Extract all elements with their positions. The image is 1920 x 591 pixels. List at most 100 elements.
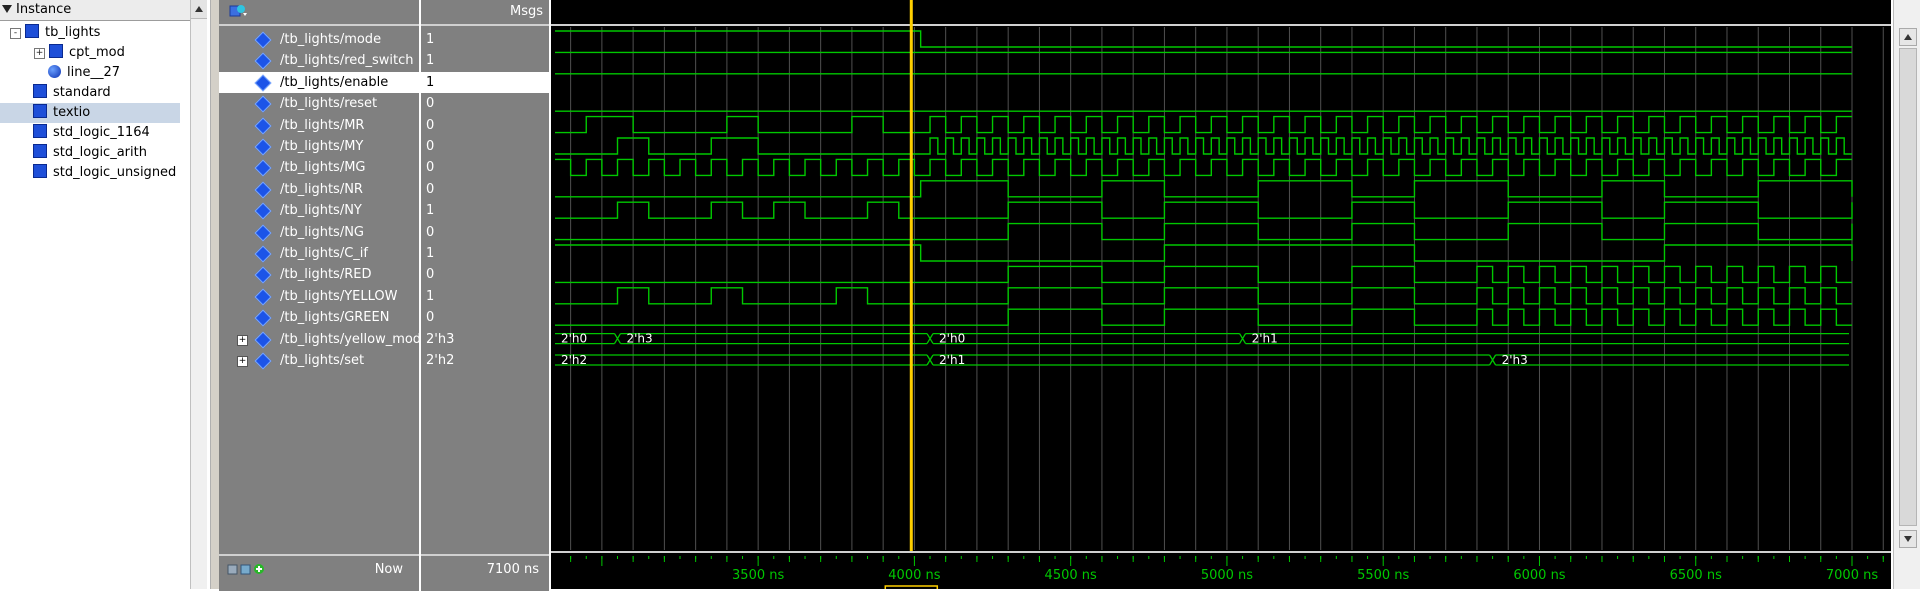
module-square-icon <box>25 24 39 38</box>
values-footer: 7100 ns <box>421 554 549 591</box>
signal-name-row[interactable]: /tb_lights/MY <box>219 136 419 157</box>
signal-value: 0 <box>426 310 435 326</box>
waveform-trace <box>555 137 1852 155</box>
signal-name-row[interactable]: /tb_lights/YELLOW <box>219 286 419 307</box>
signal-name-label: /tb_lights/MG <box>280 160 366 176</box>
signal-value: 2'h3 <box>426 331 455 347</box>
waveform-trace <box>555 115 1852 134</box>
signal-diamond-icon <box>254 117 272 135</box>
waveform-trace <box>555 265 1852 284</box>
signal-name-label: /tb_lights/GREEN <box>280 310 390 326</box>
waveform-trace <box>555 30 1852 48</box>
package-square-icon <box>33 144 47 158</box>
signal-name-label: /tb_lights/yellow_mod <box>280 331 422 347</box>
signal-name-row[interactable]: /tb_lights/GREEN <box>219 307 419 328</box>
signal-name-label: /tb_lights/red_switch <box>280 53 414 69</box>
signal-name-row[interactable]: /tb_lights/NR <box>219 179 419 200</box>
instance-item[interactable]: - tb_lights <box>0 23 180 43</box>
wave-toolbar-icon[interactable] <box>229 3 247 19</box>
instance-item[interactable]: textio <box>0 103 180 123</box>
signal-name-label: /tb_lights/NY <box>280 203 362 219</box>
ruler-time-label: 3500 ns <box>732 568 785 583</box>
signal-diamond-icon <box>254 159 272 177</box>
signal-diamond-icon <box>254 331 272 349</box>
signal-diamond-icon <box>254 202 272 220</box>
names-header <box>219 0 419 26</box>
bus-value-label: 2'h2 <box>561 353 587 367</box>
signal-name-row[interactable]: + /tb_lights/yellow_mod <box>219 329 422 350</box>
scroll-thumb[interactable] <box>1899 48 1917 526</box>
instance-header[interactable]: Instance <box>0 0 190 21</box>
waveform-trace <box>555 180 1853 198</box>
signal-name-row[interactable]: /tb_lights/enable <box>219 71 419 93</box>
signal-name-row[interactable]: /tb_lights/NG <box>219 222 419 243</box>
module-square-icon <box>49 44 63 58</box>
instance-item[interactable]: std_logic_unsigned <box>0 163 180 183</box>
instance-item-label: std_logic_arith <box>53 145 147 160</box>
signal-name-row[interactable]: /tb_lights/red_switch <box>219 50 419 71</box>
now-label: Now <box>374 562 403 577</box>
signal-value: 0 <box>426 181 435 197</box>
instance-item[interactable]: line__27 <box>0 63 180 83</box>
signal-value: 0 <box>426 96 435 112</box>
signal-diamond-icon <box>254 74 272 92</box>
signal-value: 0 <box>426 139 435 154</box>
msgs-label: Msgs <box>509 4 543 19</box>
signal-name-row[interactable]: /tb_lights/reset <box>219 93 419 114</box>
waveform-trace <box>555 158 1852 177</box>
ruler-time-label: 6500 ns <box>1669 568 1722 583</box>
signal-diamond-icon <box>254 138 272 156</box>
signal-value: 1 <box>426 203 435 219</box>
scroll-up-icon[interactable] <box>191 0 207 19</box>
signal-names-pane: /tb_lights/mode/tb_lights/red_switch/tb_… <box>219 0 422 591</box>
process-ball-icon <box>48 65 61 78</box>
signal-name-row[interactable]: /tb_lights/mode <box>219 29 419 50</box>
ruler-time-label: 5500 ns <box>1357 568 1410 583</box>
collapse-arrow-icon[interactable] <box>2 5 12 13</box>
signal-name-row[interactable]: /tb_lights/RED <box>219 264 419 285</box>
signal-name-row[interactable]: /tb_lights/NY <box>219 200 419 221</box>
bus-value-label: 2'h0 <box>939 332 965 346</box>
instance-item[interactable]: std_logic_1164 <box>0 123 180 143</box>
instance-item-label: tb_lights <box>45 25 101 40</box>
signal-name-label: /tb_lights/MY <box>280 139 364 154</box>
splitter[interactable] <box>211 0 219 589</box>
instance-item-label: line__27 <box>67 65 121 80</box>
ruler-time-label: 4000 ns <box>888 568 941 583</box>
collapse-icon[interactable]: - <box>10 28 21 39</box>
scroll-down-icon[interactable] <box>1899 530 1917 548</box>
waveform-canvas[interactable]: 2'h0 2'h3 2'h0 2'h1 2'h2 2'h1 2'h3 <box>551 0 1891 589</box>
instance-item-label: standard <box>53 85 111 100</box>
instance-item-label: std_logic_unsigned <box>53 165 177 180</box>
instance-item[interactable]: standard <box>0 83 180 103</box>
signal-name-label: /tb_lights/RED <box>280 267 372 283</box>
signal-name-row[interactable]: /tb_lights/C_if <box>219 243 419 264</box>
waveform-vertical-scrollbar[interactable] <box>1893 0 1920 589</box>
signal-name-row[interactable]: + /tb_lights/set <box>219 350 419 371</box>
bus-trace <box>620 332 934 345</box>
bus-value-label: 2'h3 <box>627 332 653 346</box>
cursor-tools-icon[interactable] <box>227 562 269 576</box>
instance-item[interactable]: + cpt_mod <box>0 43 180 63</box>
signal-name-label: /tb_lights/NG <box>280 224 364 240</box>
signal-name-row[interactable]: /tb_lights/MG <box>219 157 419 178</box>
scroll-up-icon[interactable] <box>1899 28 1917 46</box>
ruler-time-label: 4500 ns <box>1044 568 1097 583</box>
bus-trace <box>933 332 1247 345</box>
signal-name-label: /tb_lights/NR <box>280 181 363 197</box>
signal-name-row[interactable]: /tb_lights/MR <box>219 115 419 136</box>
signal-name-label: /tb_lights/reset <box>280 96 378 112</box>
instance-item-label: textio <box>53 105 91 120</box>
instance-item-label: std_logic_1164 <box>53 125 150 140</box>
values-header: Msgs <box>421 0 549 26</box>
signal-diamond-icon <box>254 309 272 327</box>
signal-values-pane: Msgs 1 1 1 0 0 0 0 0 1 0 1 0 1 0 2'h3 2'h2 7100 ns <box>421 0 549 591</box>
instance-item[interactable]: std_logic_arith <box>0 143 180 163</box>
waveform-pane[interactable]: 2'h0 2'h3 2'h0 2'h1 2'h2 2'h1 2'h3 3500 ns 4000… <box>551 0 1891 589</box>
bus-trace <box>933 354 1497 366</box>
expand-icon[interactable]: + <box>237 356 248 367</box>
signal-diamond-icon <box>254 181 272 199</box>
expand-icon[interactable]: + <box>237 334 248 346</box>
instance-scrollbar[interactable] <box>190 0 207 589</box>
expand-icon[interactable]: + <box>34 48 45 59</box>
